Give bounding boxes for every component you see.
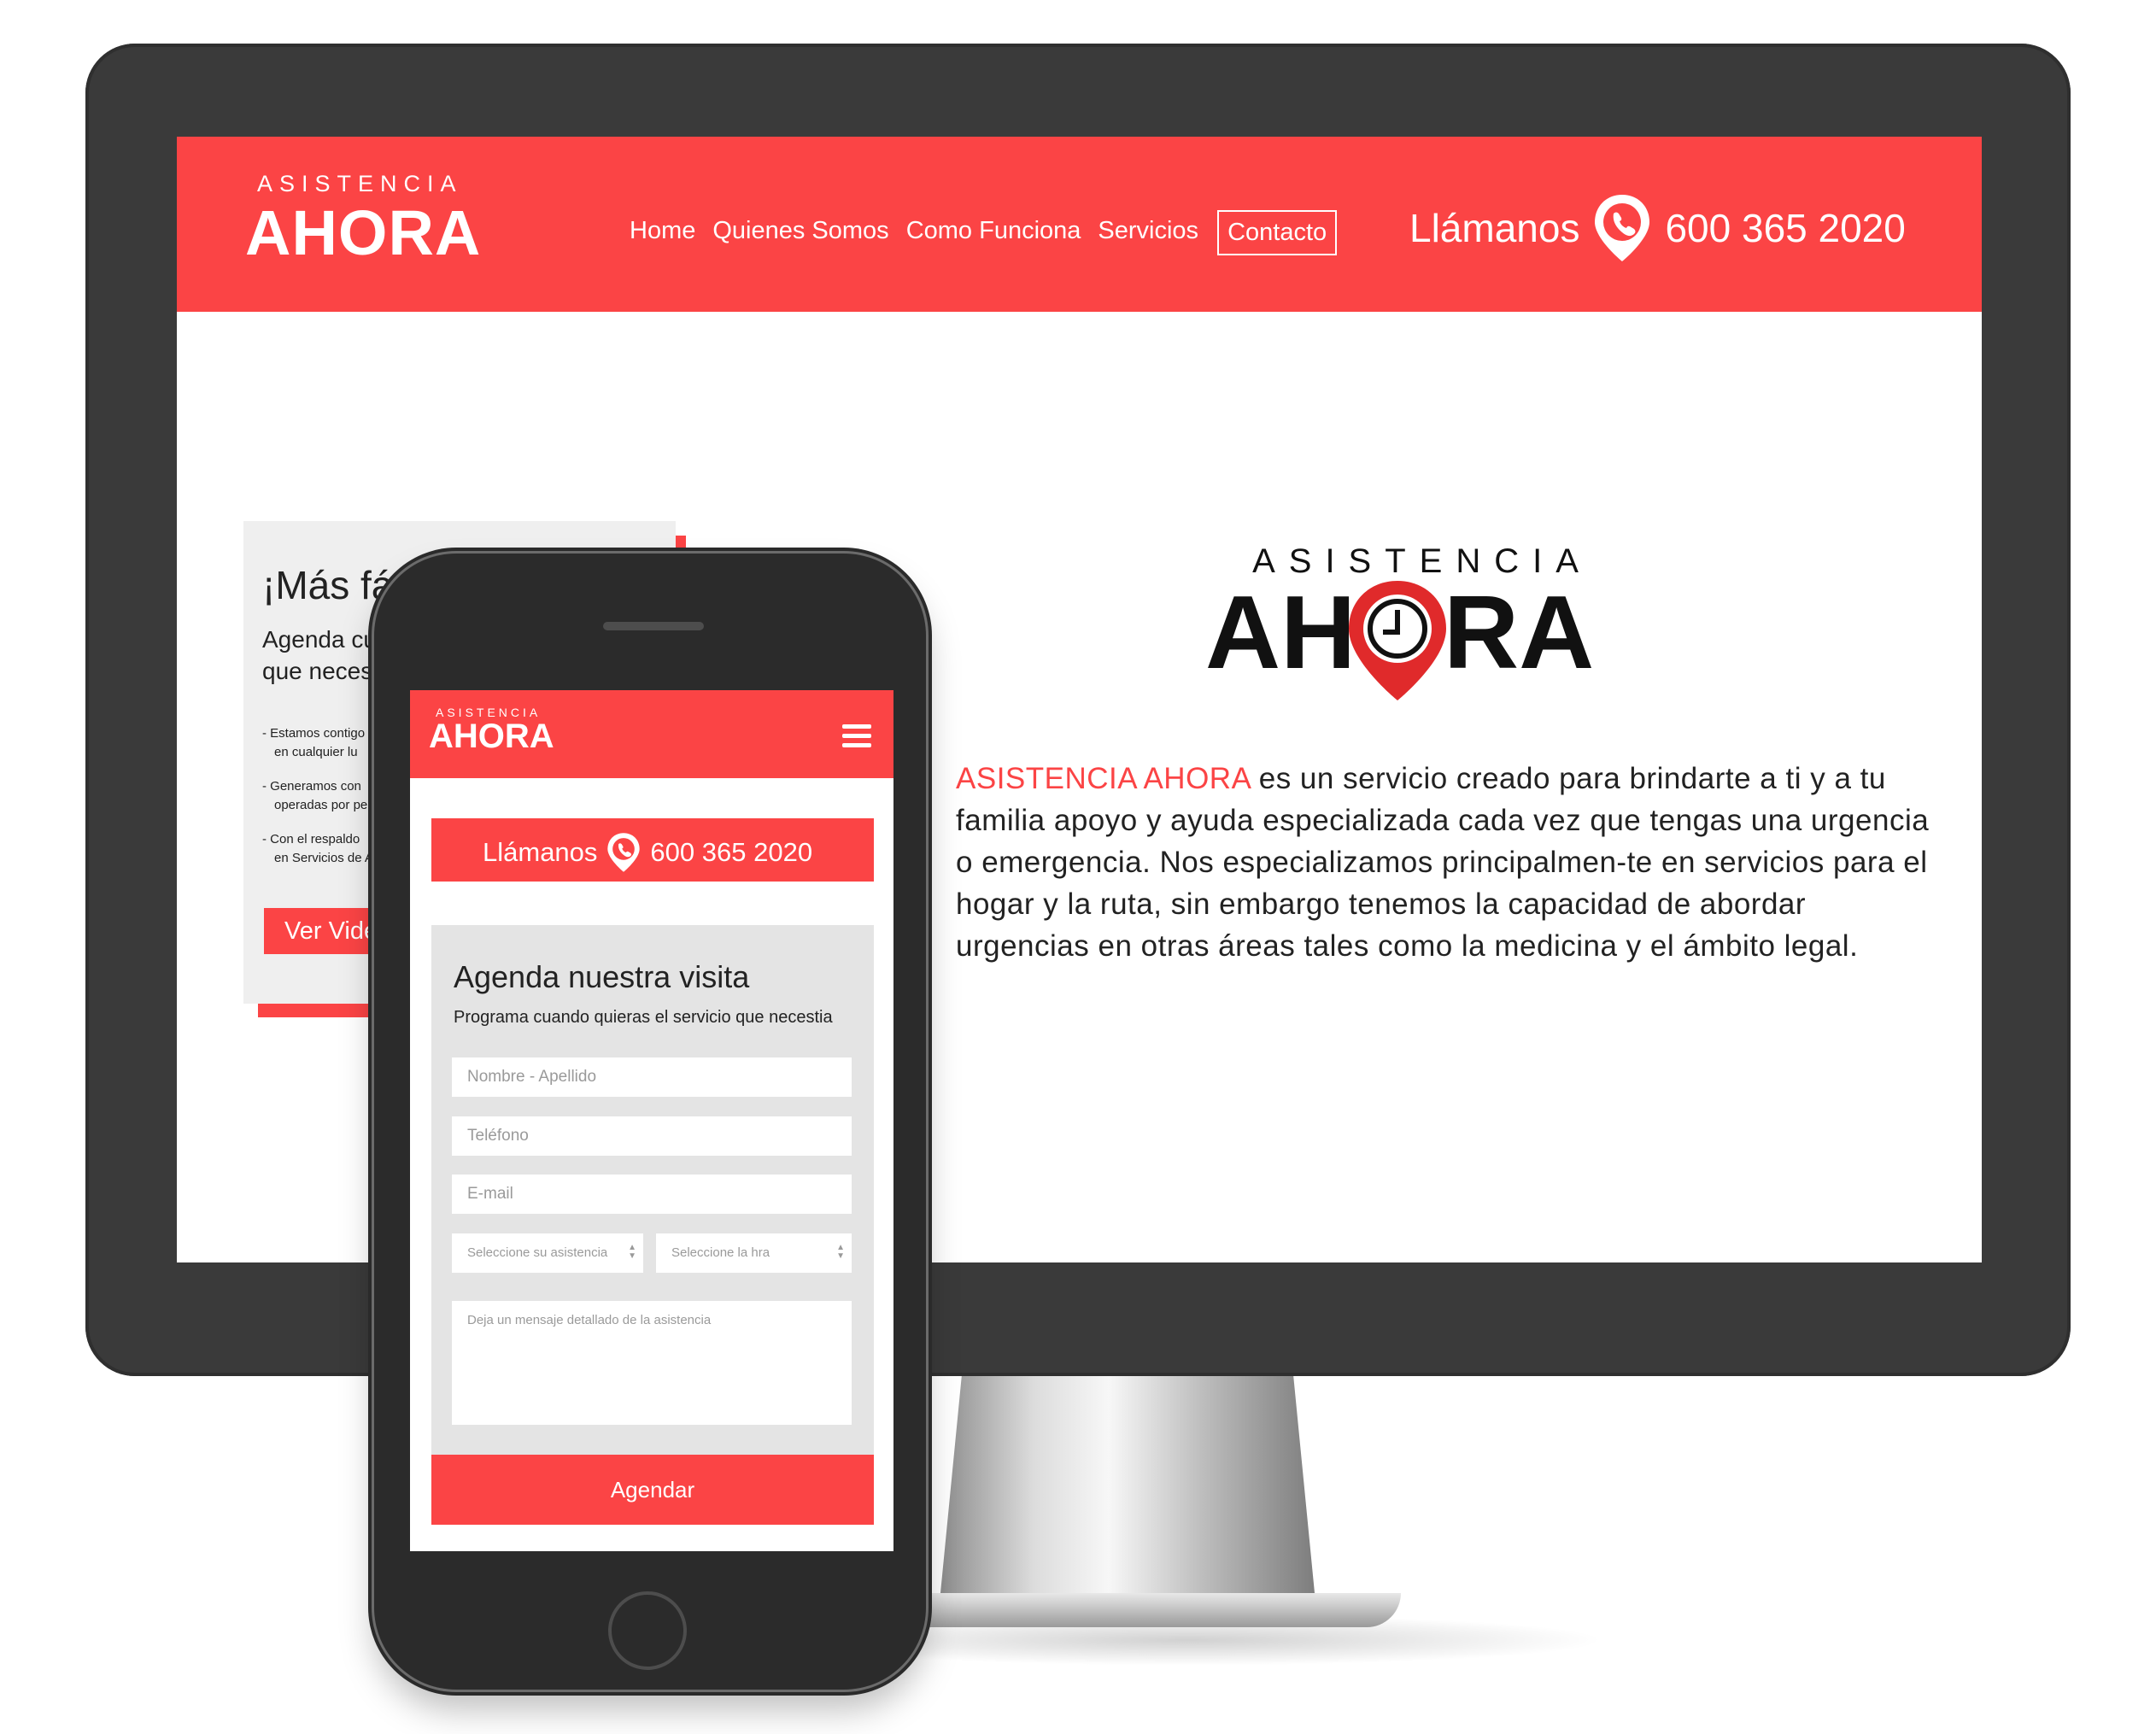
promo-card-title: ¡Más fá bbox=[262, 563, 394, 607]
mobile-call-button[interactable]: Llámanos 600 365 2020 bbox=[431, 818, 874, 882]
name-input[interactable] bbox=[452, 1057, 852, 1097]
svg-text:AH: AH bbox=[1205, 574, 1356, 690]
select-arrows-icon: ▲ ▼ bbox=[836, 1243, 845, 1261]
brand-logo: AH RA bbox=[1202, 572, 1629, 700]
call-label: Llámanos bbox=[1409, 206, 1580, 250]
time-select[interactable]: Seleccione la hra ▲ ▼ bbox=[656, 1233, 852, 1273]
hamburger-menu-icon[interactable] bbox=[842, 724, 871, 748]
assistance-select[interactable]: Seleccione su asistencia ▲ ▼ bbox=[452, 1233, 643, 1273]
call-cta[interactable]: Llámanos 600 365 2020 bbox=[1409, 191, 1906, 265]
message-textarea[interactable]: Deja un mensaje detallado de la asistenc… bbox=[452, 1301, 852, 1425]
phone-home-button[interactable] bbox=[608, 1591, 687, 1670]
main-nav: Home Quienes Somos Como Funciona Servici… bbox=[621, 210, 1338, 255]
nav-quienes-somos[interactable]: Quienes Somos bbox=[704, 210, 897, 255]
promo-bullet-2-line-2: operadas por pe bbox=[274, 798, 368, 812]
time-select-value: Seleccione la hra bbox=[671, 1245, 770, 1260]
phone-input[interactable] bbox=[452, 1116, 852, 1156]
mobile-call-content: Llámanos 600 365 2020 bbox=[483, 830, 812, 875]
promo-card-subtitle-line-2: que neces bbox=[262, 658, 373, 684]
email-input[interactable] bbox=[452, 1175, 852, 1214]
desktop-header: ASISTENCIA AHORA Home Quienes Somos Como… bbox=[177, 137, 1982, 312]
agendar-button[interactable]: Agendar bbox=[431, 1455, 874, 1525]
mobile-call-label: Llámanos bbox=[483, 837, 598, 867]
nav-como-funciona[interactable]: Como Funciona bbox=[898, 210, 1090, 255]
logo-tagline: ASISTENCIA bbox=[257, 171, 463, 196]
desktop-logo[interactable]: ASISTENCIA AHORA bbox=[245, 171, 501, 282]
select-arrows-icon: ▲ ▼ bbox=[628, 1243, 636, 1261]
nav-home[interactable]: Home bbox=[621, 210, 704, 255]
mobile-screen: ASISTENCIA AHORA Llámanos 600 365 2020 A… bbox=[410, 690, 893, 1551]
promo-bullet-3-line-2: en Servicios de A bbox=[274, 851, 373, 865]
nav-servicios[interactable]: Servicios bbox=[1089, 210, 1207, 255]
mobile-call-phone-number: 600 365 2020 bbox=[650, 837, 813, 867]
booking-form: Agenda nuestra visita Programa cuando qu… bbox=[431, 925, 874, 1455]
monitor-stand-base bbox=[888, 1593, 1401, 1627]
promo-bullet-1-line-1: - Estamos contigo bbox=[262, 726, 366, 741]
phone-pin-icon bbox=[1595, 195, 1650, 261]
promo-bullet-2-line-1: - Generamos con bbox=[262, 779, 361, 794]
promo-card-subtitle-line-1: Agenda cu bbox=[262, 626, 377, 653]
phone-speaker bbox=[603, 622, 704, 630]
svg-text:RA: RA bbox=[1444, 574, 1594, 690]
booking-form-subtitle: Programa cuando quieras el servicio que … bbox=[454, 1008, 833, 1027]
monitor-stand bbox=[940, 1371, 1315, 1602]
promo-bullet-1-line-2: en cualquier lu bbox=[274, 745, 358, 759]
assistance-select-value: Seleccione su asistencia bbox=[467, 1245, 608, 1260]
nav-contacto[interactable]: Contacto bbox=[1217, 210, 1338, 255]
mobile-logo[interactable]: ASISTENCIA AHORA bbox=[429, 706, 574, 765]
promo-bullet-3-line-1: - Con el respaldo bbox=[262, 832, 360, 846]
mobile-header: ASISTENCIA AHORA bbox=[410, 690, 893, 778]
logo-wordmark: AHORA bbox=[245, 197, 482, 268]
call-phone-number: 600 365 2020 bbox=[1665, 206, 1906, 250]
about-description: ASISTENCIA AHORA es un servicio creado p… bbox=[956, 758, 1930, 967]
mobile-logo-wordmark: AHORA bbox=[429, 718, 554, 755]
booking-form-title: Agenda nuestra visita bbox=[454, 959, 750, 994]
about-brand-name: ASISTENCIA AHORA bbox=[956, 762, 1251, 795]
phone-pin-icon bbox=[607, 833, 641, 872]
brand-logo-pin-icon: AH RA bbox=[1205, 574, 1594, 700]
